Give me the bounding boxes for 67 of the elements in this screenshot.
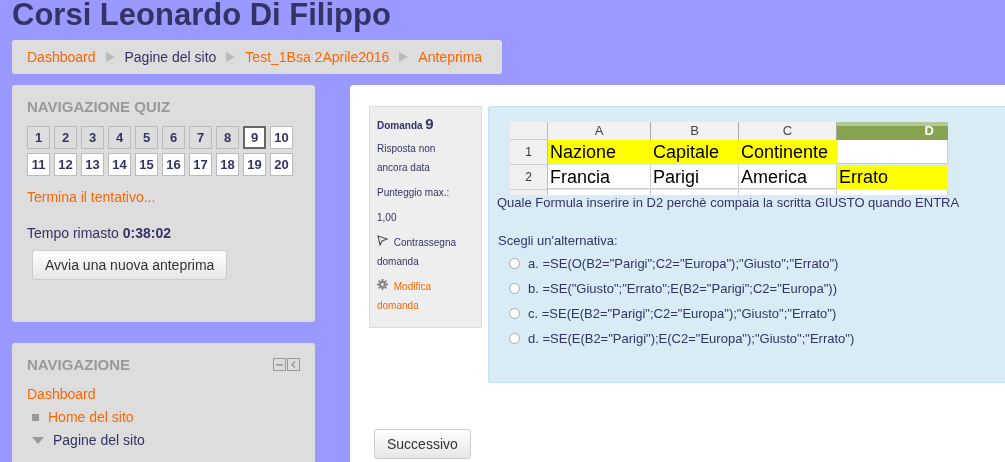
separator-icon bbox=[105, 52, 115, 62]
answer-option[interactable]: a. =SE(O(B2="Parigi";C2="Europa");"Giusto";"Errato") bbox=[528, 256, 839, 271]
question-number-button[interactable]: 5 bbox=[135, 126, 158, 149]
flag-question-link[interactable]: Contrassegna domanda bbox=[377, 233, 465, 271]
question-number-button[interactable]: 11 bbox=[27, 153, 50, 176]
dock-icon[interactable] bbox=[287, 358, 300, 371]
question-number-button[interactable]: 7 bbox=[189, 126, 212, 149]
question-number-button[interactable]: 10 bbox=[270, 126, 293, 149]
block-title: NAVIGAZIONE bbox=[27, 356, 131, 373]
answer-option[interactable]: c. =SE(E(B2="Parigi";C2="Europa");"Giusto";"Errato") bbox=[528, 306, 837, 321]
radio-button[interactable] bbox=[509, 258, 520, 269]
next-button[interactable]: Successivo bbox=[374, 429, 471, 459]
sheet-cell: Continente bbox=[739, 140, 837, 164]
question-number-button[interactable]: 6 bbox=[162, 126, 185, 149]
sheet-cell: Errato bbox=[837, 165, 948, 189]
separator-icon bbox=[226, 52, 236, 62]
radio-button[interactable] bbox=[509, 283, 520, 294]
question-number-button[interactable]: 20 bbox=[270, 153, 293, 176]
column-header: C bbox=[739, 122, 837, 140]
question-number-button[interactable]: 17 bbox=[189, 153, 212, 176]
question-number-button[interactable]: 12 bbox=[54, 153, 77, 176]
answer-prompt: Scegli un'alternativa: bbox=[498, 233, 619, 248]
question-number-button[interactable]: 9 bbox=[243, 126, 266, 149]
sheet-cell: Parigi bbox=[651, 165, 739, 189]
sheet-cell: Francia bbox=[548, 165, 651, 189]
corner-cell bbox=[510, 122, 548, 140]
column-header: A bbox=[548, 122, 651, 140]
question-status: Risposta non ancora data bbox=[377, 142, 437, 175]
row-header: 1 bbox=[510, 140, 548, 165]
breadcrumb-text: Pagine del sito bbox=[124, 49, 217, 65]
sheet-cell: Nazione bbox=[548, 140, 651, 164]
minimize-icon[interactable] bbox=[273, 358, 286, 371]
separator-icon bbox=[399, 52, 409, 62]
question-number-button[interactable]: 16 bbox=[162, 153, 185, 176]
sheet-cell: America bbox=[739, 165, 837, 189]
expanded-arrow-icon[interactable] bbox=[32, 436, 44, 445]
question-number-button[interactable]: 4 bbox=[108, 126, 131, 149]
question-number-button[interactable]: 8 bbox=[216, 126, 239, 149]
time-label: Tempo rimasto bbox=[27, 225, 119, 241]
question-number-button[interactable]: 2 bbox=[54, 126, 77, 149]
radio-button[interactable] bbox=[509, 308, 520, 319]
time-value: 0:38:02 bbox=[122, 225, 171, 241]
block-title: NAVIGAZIONE QUIZ bbox=[27, 98, 172, 115]
question-label: Domanda bbox=[377, 120, 423, 131]
column-header: D bbox=[837, 122, 948, 140]
question-number: 9 bbox=[425, 115, 434, 132]
question-number-button[interactable]: 19 bbox=[243, 153, 266, 176]
site-title: Corsi Leonardo Di Filippo bbox=[12, 0, 392, 34]
question-number-button[interactable]: 13 bbox=[81, 153, 104, 176]
bullet-icon bbox=[32, 414, 39, 421]
navigation-item[interactable]: Pagine del sito bbox=[53, 429, 145, 452]
radio-button[interactable] bbox=[509, 333, 520, 344]
gear-icon bbox=[377, 279, 388, 290]
question-number-button[interactable]: 1 bbox=[27, 126, 50, 149]
column-header: B bbox=[651, 122, 739, 140]
new-preview-button[interactable]: Avvia una nuova anteprima bbox=[32, 250, 228, 280]
question-text: Quale Formula inserire in D2 perchè compaia la scritta GIUSTO quando ENTRA bbox=[497, 195, 961, 211]
max-score: 1,00 bbox=[377, 211, 398, 225]
answer-option[interactable]: b. =SE("Giusto";"Errato";E(B2="Parigi";C2="Europa")) bbox=[528, 281, 837, 296]
sheet-cell: Capitale bbox=[651, 140, 739, 164]
question-number-button[interactable]: 15 bbox=[135, 153, 158, 176]
max-score-label: Punteggio max.: bbox=[377, 186, 451, 200]
answer-option[interactable]: d. =SE(E(B2="Parigi");E(C2="Europa");"Giusto";"Errato") bbox=[528, 331, 855, 346]
question-number-button[interactable]: 18 bbox=[216, 153, 239, 176]
question-number-button[interactable]: 14 bbox=[108, 153, 131, 176]
question-number-button[interactable]: 3 bbox=[81, 126, 104, 149]
row-header: 2 bbox=[510, 165, 548, 190]
